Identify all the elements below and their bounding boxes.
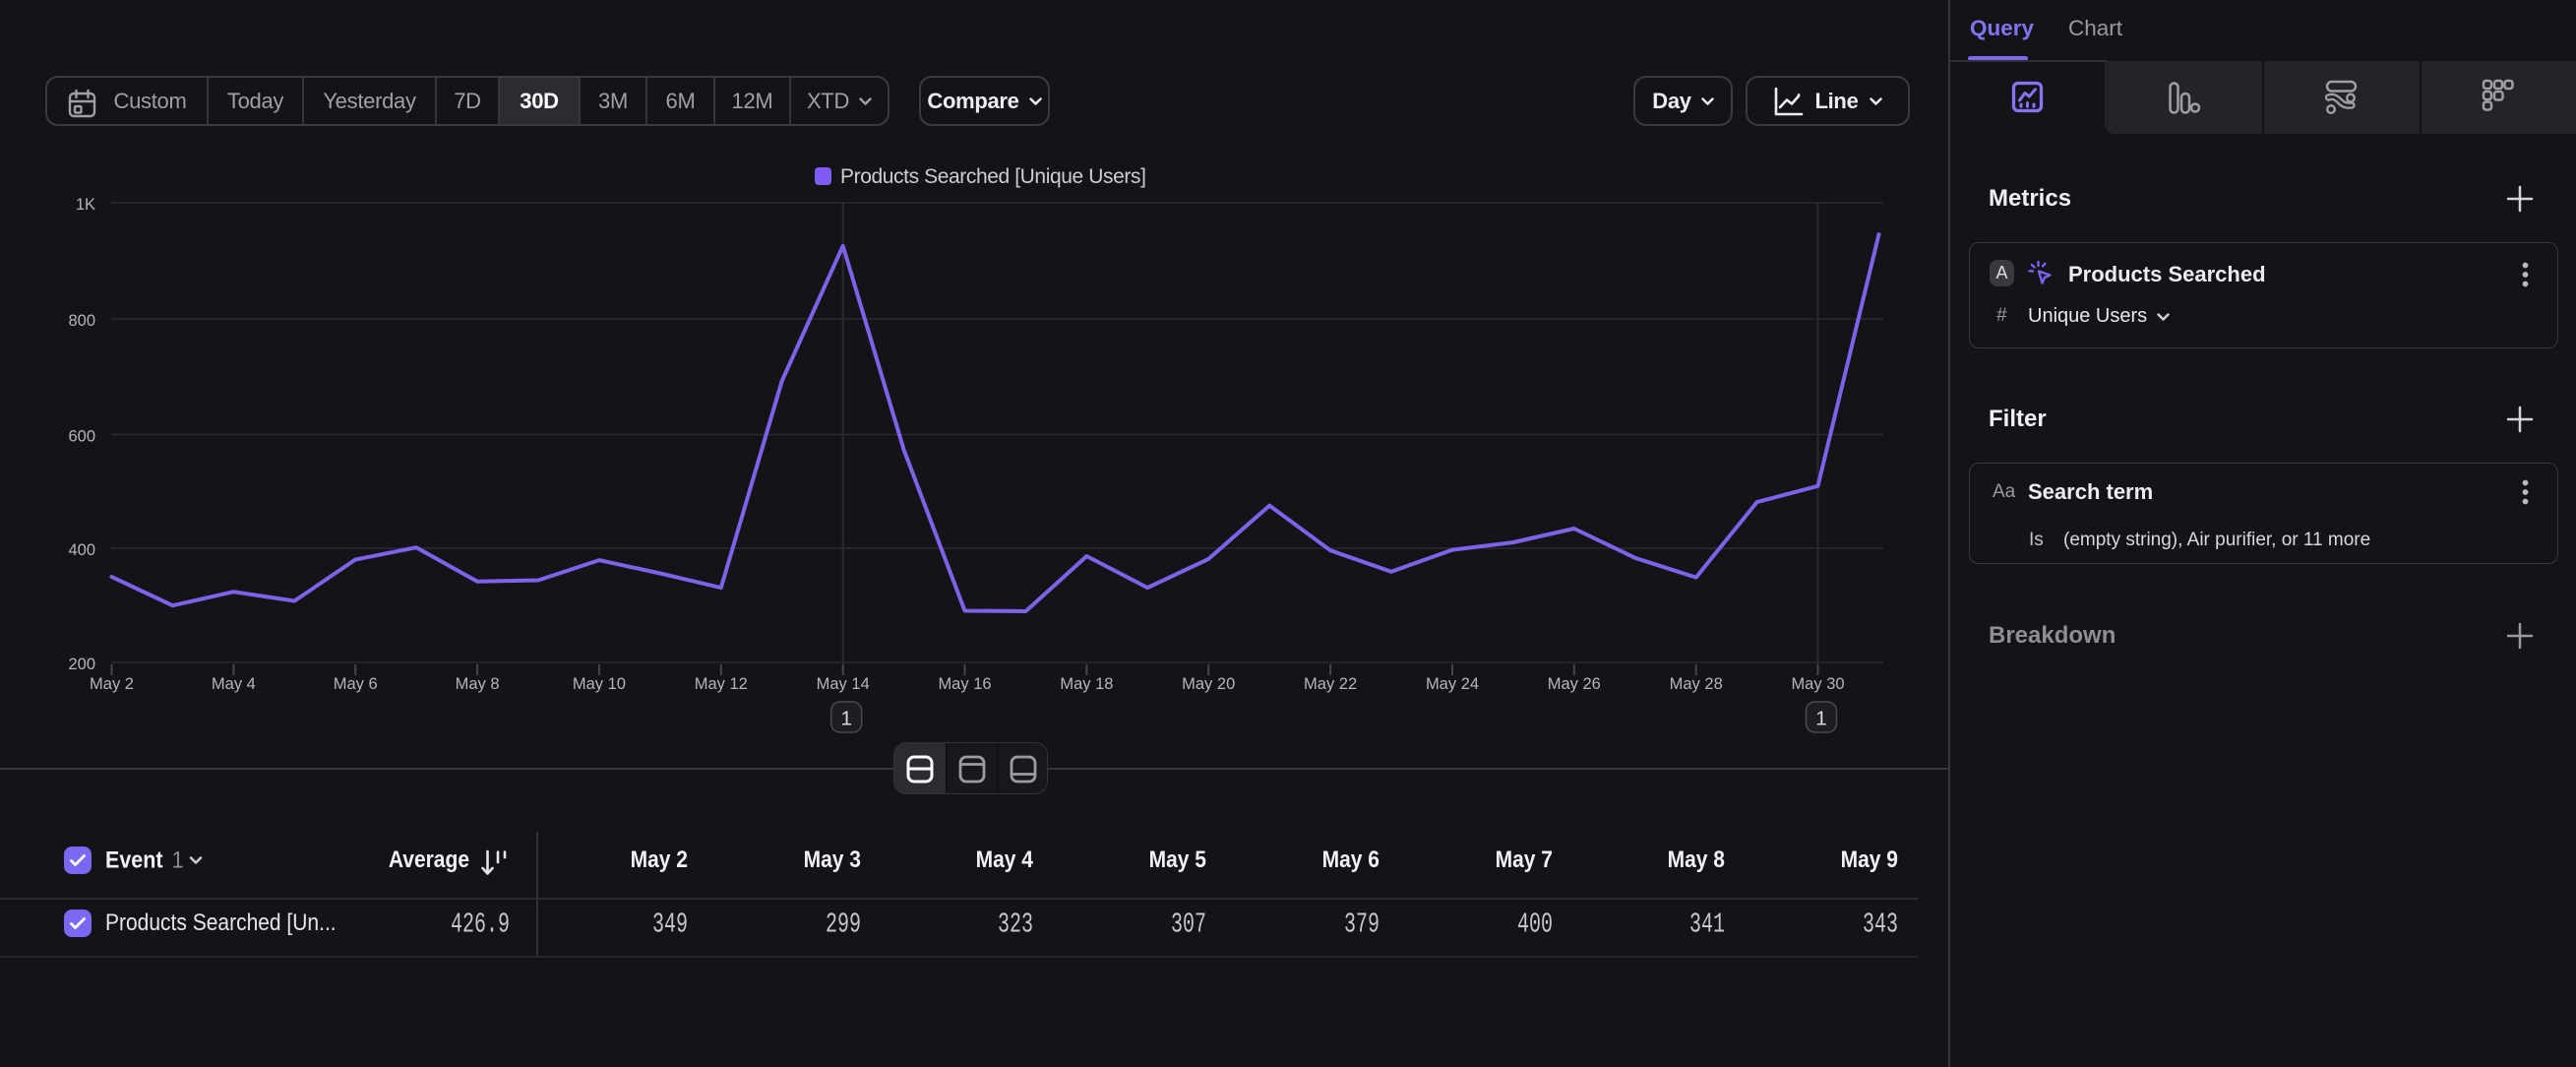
svg-text:May 2: May 2 bbox=[90, 675, 134, 693]
svg-text:May 16: May 16 bbox=[938, 675, 991, 693]
svg-text:May 6: May 6 bbox=[334, 675, 378, 693]
svg-text:May 14: May 14 bbox=[817, 675, 870, 693]
svg-text:200: 200 bbox=[68, 656, 95, 673]
svg-text:May 28: May 28 bbox=[1670, 675, 1723, 693]
svg-text:May 10: May 10 bbox=[573, 675, 626, 693]
svg-text:800: 800 bbox=[68, 312, 95, 330]
svg-text:May 24: May 24 bbox=[1426, 675, 1479, 693]
svg-text:May 30: May 30 bbox=[1791, 675, 1844, 693]
svg-text:400: 400 bbox=[68, 541, 95, 559]
svg-text:May 4: May 4 bbox=[212, 675, 256, 693]
svg-text:May 8: May 8 bbox=[456, 675, 500, 693]
svg-text:May 12: May 12 bbox=[695, 675, 748, 693]
svg-text:600: 600 bbox=[68, 428, 95, 446]
svg-text:1K: 1K bbox=[76, 196, 95, 214]
svg-text:1: 1 bbox=[840, 708, 851, 730]
svg-text:1: 1 bbox=[1815, 708, 1826, 730]
svg-text:May 22: May 22 bbox=[1304, 675, 1357, 693]
svg-text:May 20: May 20 bbox=[1182, 675, 1235, 693]
svg-text:May 18: May 18 bbox=[1060, 675, 1113, 693]
svg-text:May 26: May 26 bbox=[1548, 675, 1601, 693]
